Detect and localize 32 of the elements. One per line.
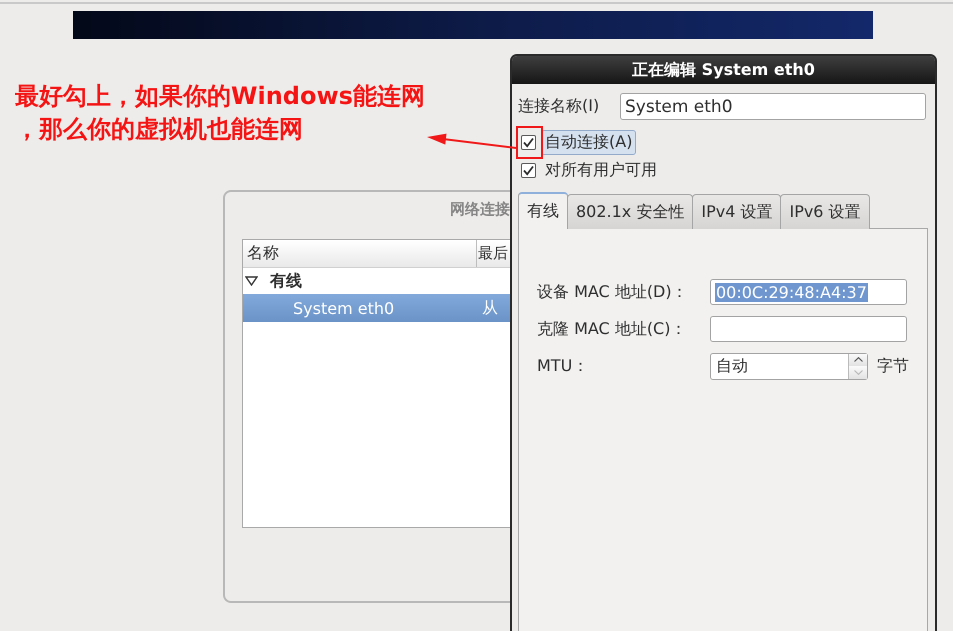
tab[interactable]: IPv4 设置 [692,194,782,229]
checkbox[interactable] [521,135,536,150]
unit-label: 字节 [877,356,909,376]
checkbox-label[interactable]: 自动连接(A) [541,130,636,155]
field-label: MTU： [537,356,590,376]
dialog-title: 正在编辑 System eth0 [512,56,935,84]
tab[interactable]: 802.1x 安全性 [567,194,694,229]
tab[interactable]: IPv6 设置 [780,194,870,229]
spin-field[interactable]: 自动 [710,352,868,380]
window-title: 网络连接 [450,199,510,219]
last-used-cell: 从 [482,298,498,318]
text-field[interactable] [710,316,907,342]
field-value: 00:0C:29:48:A4:37 [715,282,868,302]
annotation-text: 最好勾上，如果你的Windows能连网 ，那么你的虚拟机也能连网 [15,81,425,145]
field-label: 克隆 MAC 地址(C)： [537,318,688,340]
column-header[interactable]: 最后 [477,240,508,267]
checkmark-icon [523,165,534,176]
field-label: 连接名称(I) [518,96,600,117]
column-header[interactable]: 名称 [243,240,477,267]
expander-triangle-icon[interactable] [245,276,258,286]
field-value: 自动 [715,356,749,376]
checkbox[interactable] [521,163,536,178]
connection-name: System eth0 [292,298,396,318]
tab[interactable]: 有线 [518,192,568,229]
field-label: 设备 MAC 地址(D)： [537,282,689,302]
highlight-frame [516,126,543,159]
increment-button[interactable] [849,354,867,366]
text-field[interactable]: System eth0 [620,93,926,120]
checkbox-label[interactable]: 对所有用户可用 [541,158,661,183]
caret-up-icon [854,357,862,362]
group-label[interactable]: 有线 [270,270,302,292]
checkmark-icon [523,137,534,148]
